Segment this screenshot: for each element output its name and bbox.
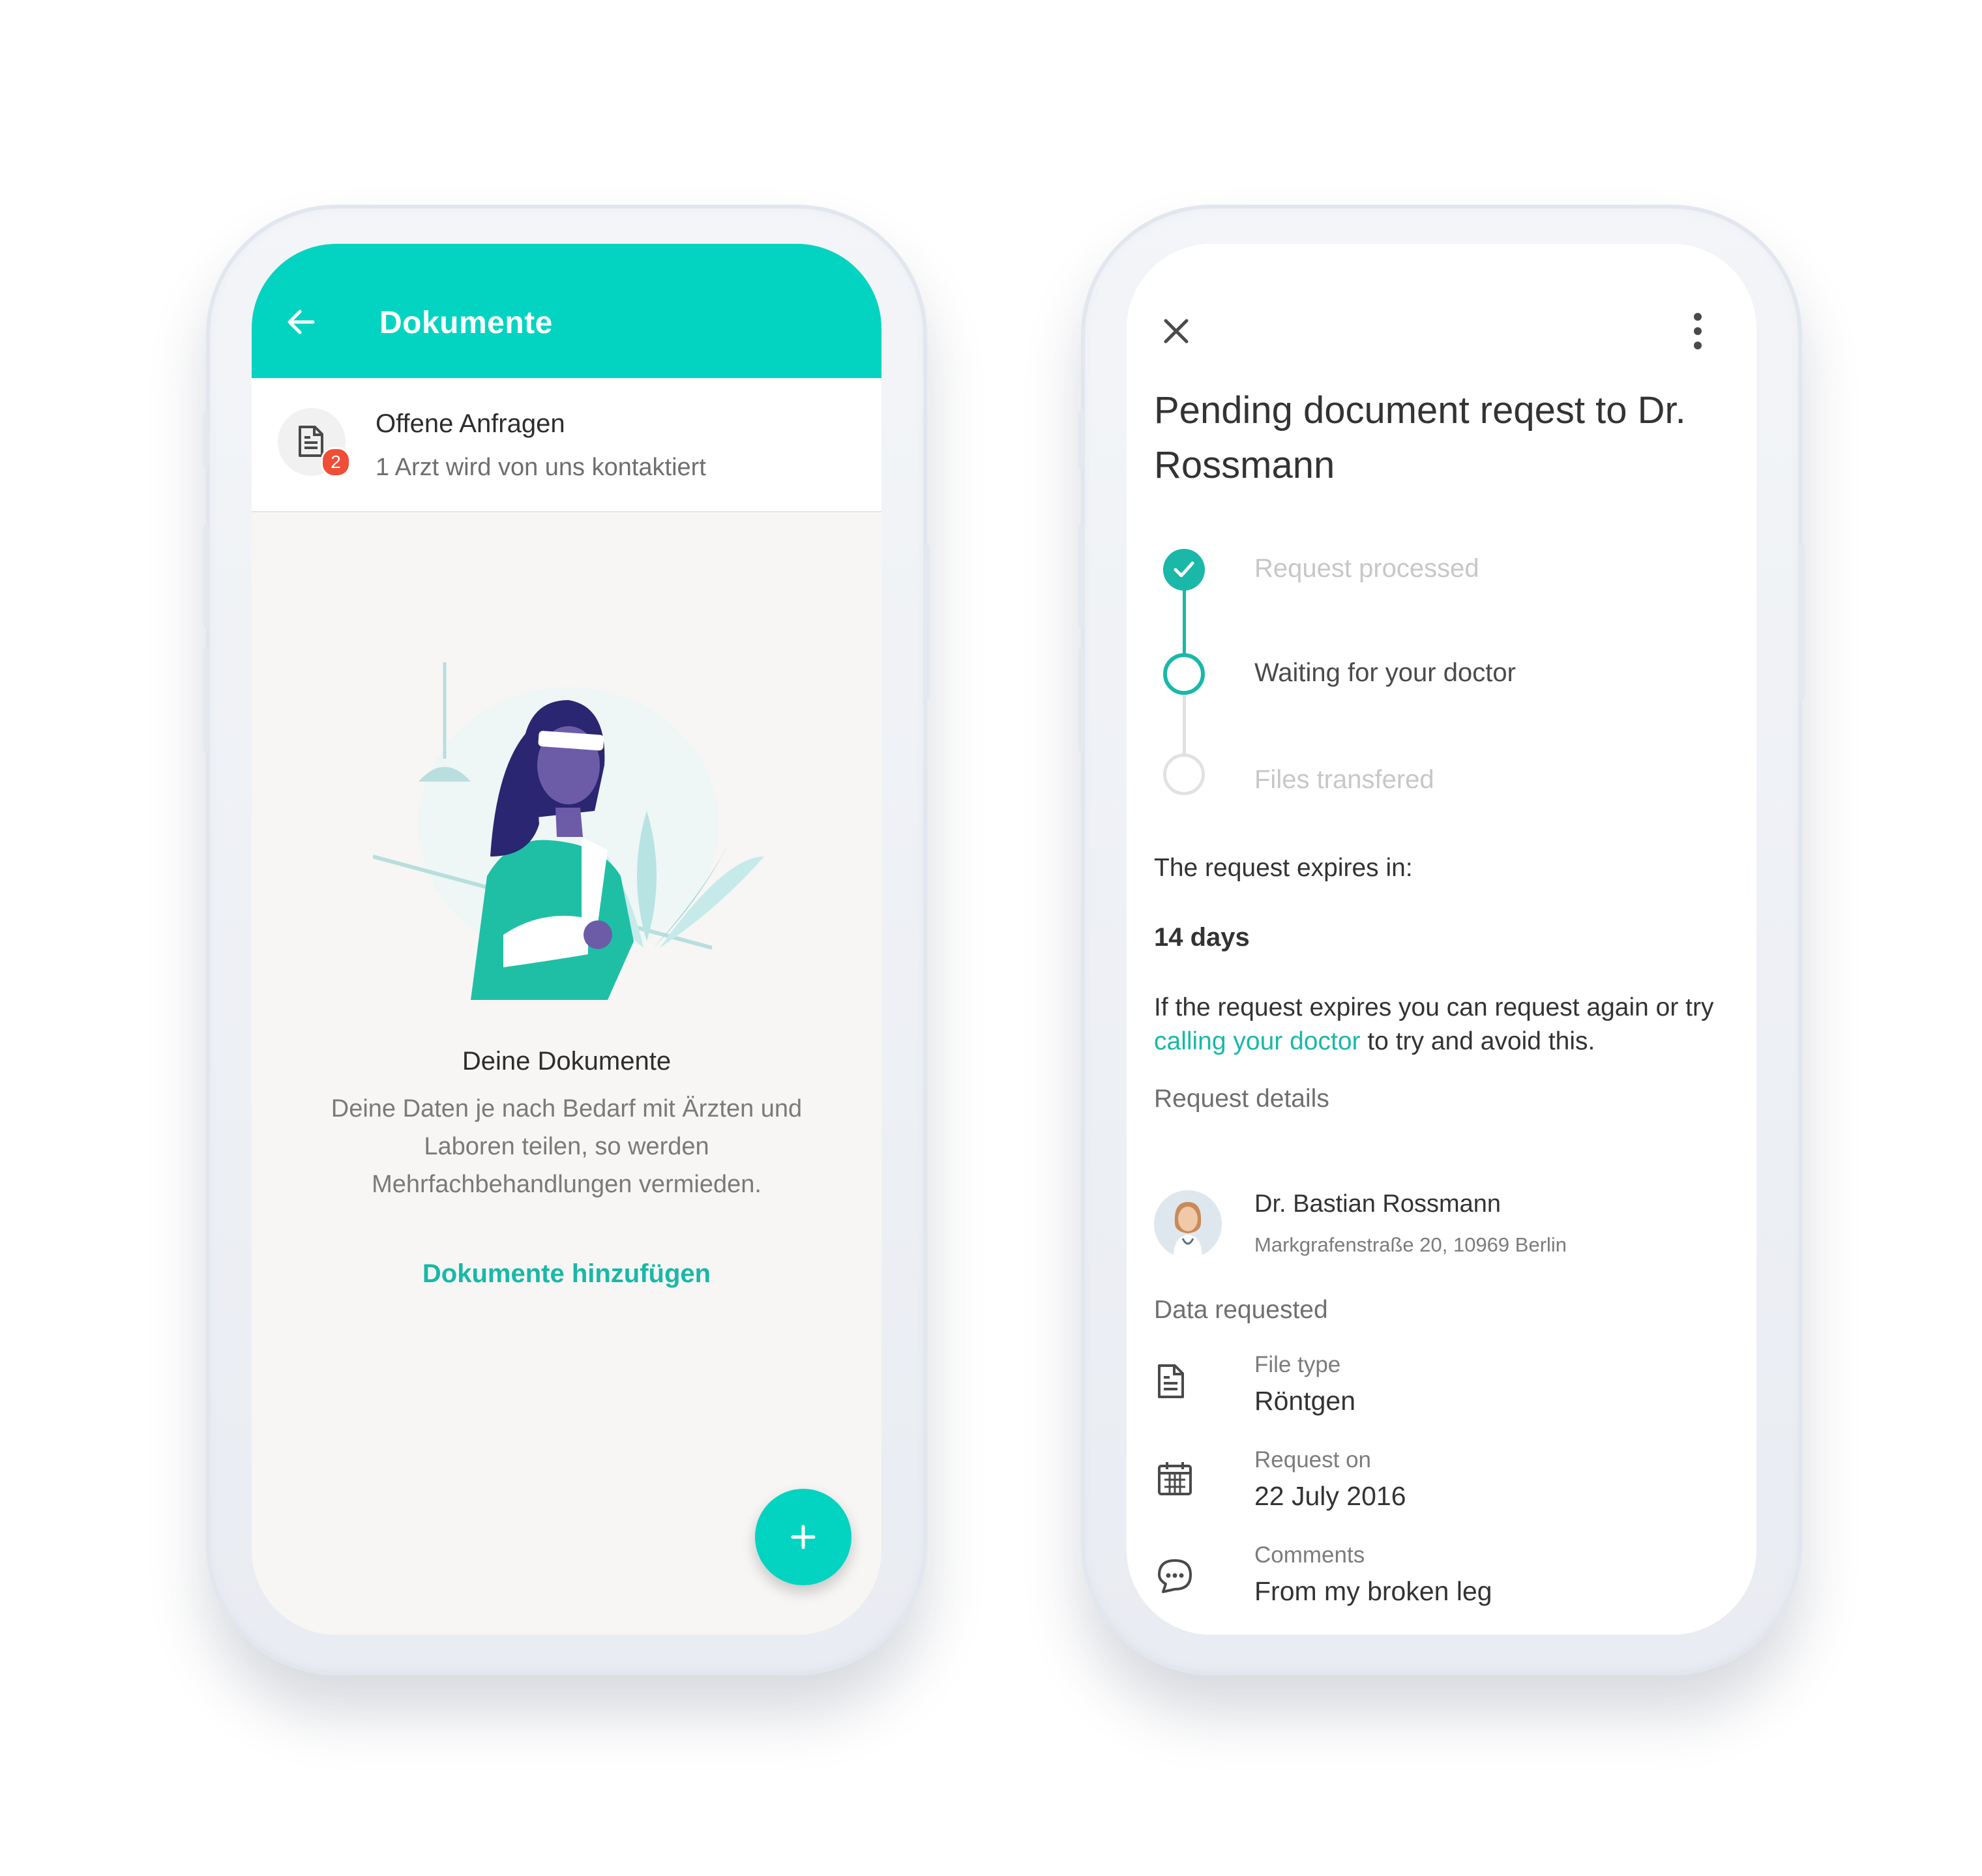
expires-value: 14 days [1154,923,1250,952]
calendar-icon [1158,1462,1192,1495]
phone-right: Pending document reqest to Dr. Rossmann … [1078,205,1805,1675]
doctor-name: Dr. Bastian Rossmann [1254,1190,1501,1218]
doctor-avatar [1154,1190,1222,1258]
step-current-indicator [1163,653,1205,695]
add-fab-button[interactable] [755,1489,851,1585]
request-detail-screen: Pending document reqest to Dr. Rossmann … [1127,244,1756,1635]
more-vert-icon[interactable] [1691,312,1704,351]
file-type-value: Röntgen [1254,1386,1356,1416]
comment-icon [1158,1559,1192,1593]
file-type-label: File type [1254,1352,1341,1377]
page-title: Dokumente [379,306,553,340]
empty-state-description: Deine Daten je nach Bedarf mit Ärzten un… [331,1095,803,1198]
document-icon [1158,1364,1184,1398]
step-label-processed: Request processed [1254,554,1479,583]
empty-state-title: Deine Dokumente [462,1047,672,1076]
close-icon[interactable] [1161,315,1192,347]
patient-illustration [373,662,764,1000]
side-button [203,648,210,752]
app-bar: Dokumente [252,244,881,378]
side-button [1078,411,1085,469]
phone-left: Dokumente 2 Offene Anfragen 1 Arzt wird … [203,205,930,1675]
notification-count-badge: 2 [321,447,351,477]
comments-label: Comments [1254,1542,1365,1568]
side-button [1798,544,1805,700]
side-button [923,544,930,700]
plus-icon [791,1525,816,1549]
step-done-indicator [1163,549,1205,591]
data-requested-heading: Data requested [1154,1296,1328,1324]
pending-subtitle: 1 Arzt wird von uns kontaktiert [376,454,706,481]
request-date-value: 22 July 2016 [1254,1481,1406,1511]
step-label-waiting: Waiting for your doctor [1254,658,1516,687]
side-button [1078,648,1085,752]
step-todo-indicator [1163,754,1205,795]
documents-screen: Dokumente 2 Offene Anfragen 1 Arzt wird … [252,244,881,1635]
doctor-address: Markgrafenstraße 20, 10969 Berlin [1254,1233,1567,1256]
info-text-after: to try and avoid this. [1360,1027,1595,1055]
side-button [1078,524,1085,628]
check-icon [1174,561,1194,578]
side-button [203,411,210,469]
step-label-transfered: Files transfered [1254,765,1434,794]
expires-label: The request expires in: [1154,854,1413,882]
expiry-info-text: If the request expires you can request a… [1154,991,1741,1059]
comments-value: From my broken leg [1254,1576,1492,1606]
step-connector [1183,694,1186,754]
info-text-before: If the request expires you can request a… [1154,993,1714,1021]
back-arrow-icon[interactable] [283,304,319,340]
document-icon [299,426,323,457]
pending-title: Offene Anfragen [376,409,565,438]
side-button [203,524,210,628]
add-documents-link[interactable]: Dokumente hinzufügen [252,1259,881,1289]
page-title: Pending document reqest to Dr. Rossmann [1154,389,1686,486]
request-date-label: Request on [1254,1447,1372,1473]
request-details-heading: Request details [1154,1085,1329,1113]
document-badge: 2 [278,408,351,477]
pending-requests-card[interactable]: 2 Offene Anfragen 1 Arzt wird von uns ko… [252,378,881,512]
call-doctor-link[interactable]: calling your doctor [1154,1027,1361,1055]
